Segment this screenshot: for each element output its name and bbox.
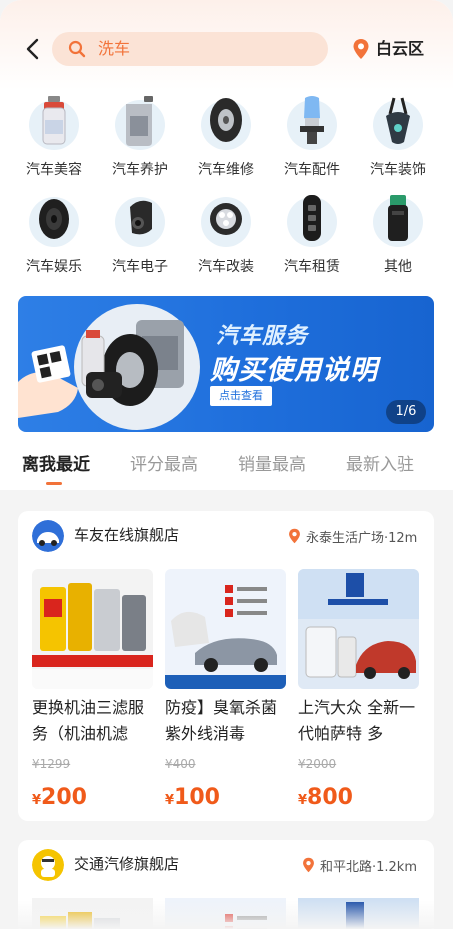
app-screen: 洗车 白云区 汽车美容 汽车养护 汽车维修 汽车配件 汽车装饰 汽车娱乐 汽车电… — [0, 0, 453, 929]
category-label: 汽车维修 — [198, 162, 254, 178]
location-label: 白云区 — [376, 39, 425, 58]
product-original-price: ¥400 — [165, 757, 196, 771]
dashcam-icon — [130, 200, 152, 235]
product-price: ¥200 — [32, 785, 87, 810]
tab-newest[interactable]: 最新入驻 — [346, 450, 414, 475]
product-title: 更换机油三滤服务（机油机滤 — [32, 698, 145, 743]
promo-banner[interactable]: 汽车服务 购买使用说明 点击查看 1/6 — [18, 296, 434, 432]
product-image — [165, 569, 286, 689]
shop-name: 交通汽修旗舰店 — [74, 855, 180, 873]
tire-icon — [210, 98, 242, 142]
category-label: 汽车美容 — [26, 162, 82, 178]
category-car-beauty[interactable]: 汽车美容 — [14, 96, 94, 188]
product-image — [32, 569, 153, 689]
product-image — [298, 569, 419, 689]
category-car-repair[interactable]: 汽车维修 — [186, 98, 266, 188]
sort-tabs: 离我最近 评分最高 销量最高 最新入驻 — [0, 446, 453, 490]
category-label: 汽车装饰 — [370, 162, 426, 178]
header-bar: 洗车 白云区 — [0, 26, 453, 72]
banner-title: 汽车服务 — [216, 324, 309, 349]
search-query: 洗车 — [98, 39, 131, 58]
spray-bottle-icon — [42, 96, 66, 145]
search-icon — [68, 40, 86, 58]
product-price: ¥800 — [298, 785, 353, 810]
tab-best-selling[interactable]: 销量最高 — [238, 450, 306, 475]
category-label: 汽车养护 — [112, 162, 168, 178]
category-label: 汽车租赁 — [284, 259, 340, 275]
tab-nearest[interactable]: 离我最近 — [22, 450, 90, 475]
category-label: 汽车电子 — [112, 259, 168, 275]
product-title: 上汽大众 全新一代帕萨特 多 — [298, 698, 416, 743]
category-car-parts[interactable]: 汽车配件 — [272, 96, 352, 188]
product-price: ¥100 — [165, 785, 220, 810]
shop-distance: 永泰生活广场·12m — [306, 531, 418, 546]
category-label: 其他 — [384, 259, 412, 275]
banner-view-button[interactable]: 点击查看 — [210, 386, 272, 406]
category-car-modification[interactable]: 汽车改装 — [186, 197, 266, 285]
fog-lamp-icon — [210, 203, 242, 235]
location-pin-icon — [303, 857, 314, 873]
product-original-price: ¥2000 — [298, 757, 337, 771]
banner-subtitle: 购买使用说明 — [210, 355, 378, 386]
top-section: 洗车 白云区 汽车美容 汽车养护 汽车维修 汽车配件 汽车装饰 汽车娱乐 汽车电… — [0, 0, 453, 490]
shop-avatar — [32, 520, 64, 552]
category-label: 汽车娱乐 — [26, 259, 82, 275]
shop-distance: 和平北路·1.2km — [320, 860, 417, 875]
tab-top-rated[interactable]: 评分最高 — [130, 450, 198, 475]
category-car-maintenance[interactable]: 汽车养护 — [100, 96, 180, 188]
category-car-entertainment[interactable]: 汽车娱乐 — [14, 197, 94, 285]
device-icon — [388, 195, 408, 241]
category-other[interactable]: 其他 — [358, 195, 438, 285]
tab-active-indicator — [46, 482, 62, 485]
location-pin-icon — [353, 39, 369, 59]
back-arrow-icon[interactable] — [22, 36, 46, 62]
category-car-rental[interactable]: 汽车租赁 — [272, 195, 352, 285]
air-freshener-icon — [386, 97, 410, 144]
shop-card[interactable]: 车友在线旗舰店 永泰生活广场·12m 更换机油三滤服务（机油机滤 ¥1299 ¥… — [18, 511, 434, 821]
product-title: 防疫】臭氧杀菌紫外线消毒 — [165, 698, 278, 743]
location-pin-icon — [289, 528, 300, 544]
search-input[interactable]: 洗车 — [52, 32, 328, 66]
headlight-bulb-icon — [300, 96, 324, 144]
category-car-electronics[interactable]: 汽车电子 — [100, 197, 180, 285]
category-label: 汽车改装 — [198, 259, 254, 275]
car-key-icon — [303, 195, 321, 241]
category-label: 汽车配件 — [284, 162, 340, 178]
speaker-icon — [39, 199, 69, 239]
oil-can-icon — [126, 96, 153, 146]
shop-avatar — [32, 849, 64, 881]
product-original-price: ¥1299 — [32, 757, 71, 771]
shop-name: 车友在线旗舰店 — [74, 526, 180, 544]
banner-pager: 1/6 — [386, 400, 426, 424]
bottom-fade — [0, 900, 453, 929]
banner-illustration — [18, 320, 184, 418]
category-car-decoration[interactable]: 汽车装饰 — [358, 97, 438, 188]
